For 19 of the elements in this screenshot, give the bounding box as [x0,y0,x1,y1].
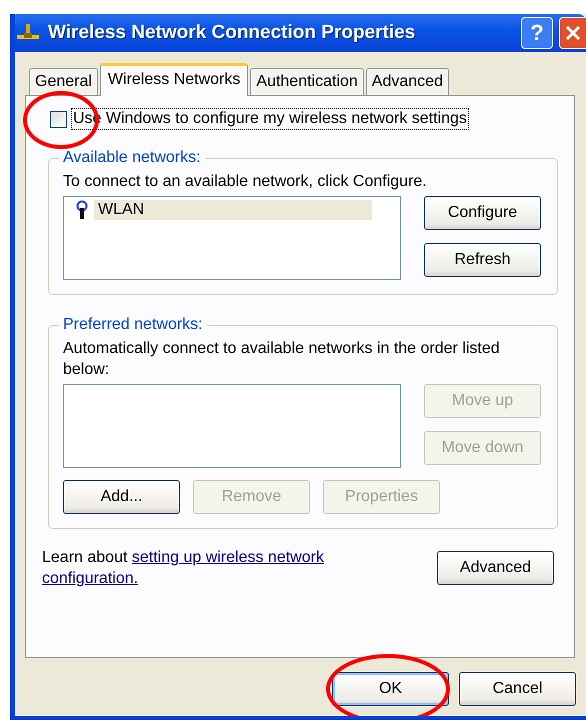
dialog-button[interactable]: Configure [424,196,541,230]
tab[interactable]: General [29,68,98,95]
dialog-button[interactable]: OK [332,672,449,706]
dialog-button[interactable]: Refresh [424,243,541,277]
description-text: Automatically connect to available networks in the order listed below: [63,339,501,380]
description-text: To connect to an available network, click Configure. [63,172,428,192]
network-item[interactable]: WLAN [94,200,372,220]
help-text: Learn about setting up wireless network configuration. [42,548,325,589]
tab[interactable]: Authentication [250,68,364,95]
advanced-button[interactable]: Advanced [437,551,554,585]
checkbox[interactable] [50,110,67,128]
close-button[interactable] [559,17,586,49]
window-title: Wireless Network Connection Properties [48,22,416,44]
dialog-button[interactable]: Add... [63,480,180,514]
tab[interactable]: Wireless Networks [100,63,248,96]
antenna-icon [76,200,88,220]
tab[interactable]: Advanced [366,68,449,95]
help-button[interactable]: ? [521,17,553,49]
dialog-button[interactable]: Cancel [459,672,576,706]
